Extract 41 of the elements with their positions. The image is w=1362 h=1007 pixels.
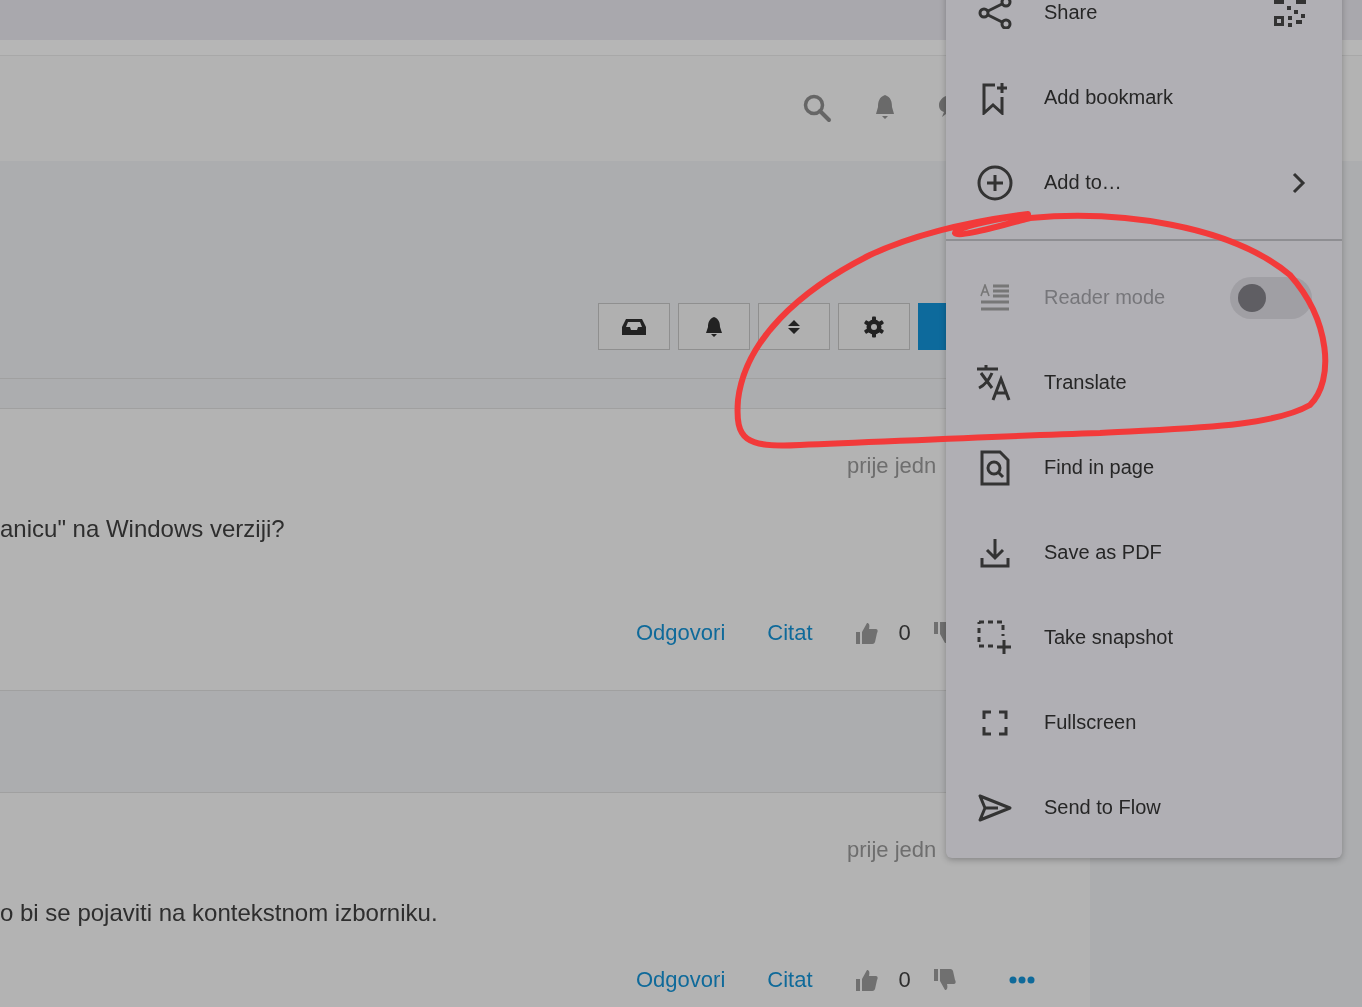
bell-icon[interactable]	[873, 93, 897, 121]
sort-icon	[787, 317, 801, 336]
inbox-button[interactable]	[598, 303, 670, 350]
download-icon	[980, 537, 1010, 568]
post-text: o bi se pojaviti na kontekstnom izborniku.	[0, 899, 438, 928]
add-circle-icon	[977, 164, 1013, 201]
thumbs-down-icon[interactable]	[932, 968, 957, 993]
menu-item[interactable]: Add to…	[946, 140, 1342, 225]
post-time: prije jedn	[847, 837, 937, 864]
share-icon	[978, 0, 1012, 29]
bell-button[interactable]	[678, 303, 750, 350]
more-icon[interactable]	[1008, 976, 1035, 985]
settings-button[interactable]	[838, 303, 910, 350]
menu-item[interactable]: Find in page	[946, 425, 1342, 510]
bookmark-plus-icon	[981, 80, 1009, 115]
thumbs-up-icon[interactable]	[854, 968, 879, 993]
find-in-page-icon	[980, 449, 1010, 486]
menu-item[interactable]: Fullscreen	[946, 680, 1342, 765]
menu-item[interactable]: Save as PDF	[946, 510, 1342, 595]
like-count: 0	[898, 967, 911, 994]
gear-icon	[863, 315, 885, 338]
chat-icon[interactable]	[938, 93, 946, 119]
menu-item[interactable]: Send to Flow	[946, 765, 1342, 850]
snapshot-icon	[977, 619, 1013, 656]
menu-item[interactable]: Add bookmark	[946, 55, 1342, 140]
like-count: 0	[898, 619, 911, 646]
inbox-icon	[621, 317, 647, 336]
send-icon	[978, 793, 1012, 822]
menu-item[interactable]: Share	[946, 0, 1342, 55]
thumbs-up-icon[interactable]	[854, 620, 879, 645]
menu-item[interactable]: Translate	[946, 340, 1342, 425]
fullscreen-icon	[982, 709, 1008, 736]
bell-icon	[704, 315, 724, 338]
menu-item[interactable]: Take snapshot	[946, 595, 1342, 680]
chevron-right-icon	[1292, 171, 1306, 194]
reader-mode-icon	[980, 283, 1010, 312]
search-icon[interactable]	[802, 93, 832, 123]
sort-button[interactable]	[758, 303, 830, 350]
post-time: prije jedn	[847, 452, 937, 479]
post-text: anicu" na Windows verziji?	[0, 514, 285, 543]
qr-code-icon[interactable]	[1274, 0, 1306, 28]
